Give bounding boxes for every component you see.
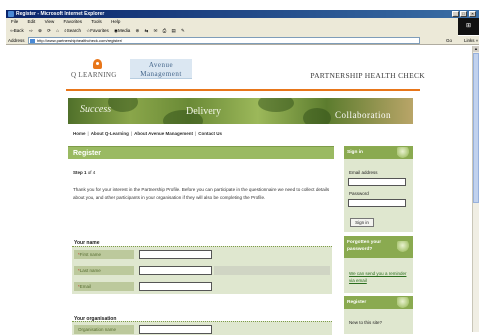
media-button[interactable]: ◉Media: [114, 28, 130, 33]
register-header: Register: [68, 146, 334, 159]
last-name-label: *Last name: [74, 266, 134, 275]
signin-password-field[interactable]: [348, 199, 406, 207]
menu-file[interactable]: File: [11, 19, 18, 24]
first-name-field[interactable]: [139, 250, 212, 259]
discuss-button[interactable]: ▤: [172, 28, 176, 33]
forgot-password-header: Forgotten your password?: [344, 236, 413, 258]
url-text: http://www.partnershiphealthcheck.com/re…: [37, 38, 123, 43]
maximize-button[interactable]: □: [460, 11, 467, 17]
menu-bar: File Edit View Favorites Tools Help: [6, 18, 479, 26]
url-input[interactable]: http://www.partnershiphealthcheck.com/re…: [28, 37, 420, 44]
page-icon: [30, 39, 35, 43]
menu-edit[interactable]: Edit: [28, 19, 36, 24]
banner-word-success: Success: [80, 104, 112, 115]
leaf-icon: [397, 147, 411, 158]
window-title: Register - Microsoft Internet Explorer: [16, 11, 105, 17]
register-title: Register: [73, 150, 102, 157]
scroll-thumb[interactable]: [473, 53, 479, 203]
window-titlebar: Register - Microsoft Internet Explorer _…: [6, 10, 479, 18]
menu-favorites[interactable]: Favorites: [64, 19, 83, 24]
banner-word-collaboration: Collaboration: [335, 110, 391, 120]
nav-home[interactable]: Home: [73, 131, 86, 136]
top-nav: Home | About Q-Learning | About Avenue Manag…: [73, 131, 222, 136]
leaf-icon: [397, 297, 411, 308]
signin-panel: Email address Password Sign in: [344, 159, 413, 232]
form-row: Organisation name: [72, 322, 332, 336]
print-button[interactable]: ⎙: [163, 28, 167, 33]
signin-button[interactable]: Sign in: [350, 218, 374, 227]
step-suffix: of 4: [87, 170, 96, 175]
menu-tools[interactable]: Tools: [91, 19, 102, 24]
nav-about-avenue[interactable]: About Avenue Management: [134, 131, 193, 136]
header-divider: [66, 89, 420, 91]
address-bar: Address http://www.partnershiphealthchec…: [6, 36, 479, 45]
windows-logo-icon: ⊞: [458, 18, 479, 35]
step-label: Step 1: [73, 170, 87, 175]
step-indicator: Step 1 of 4: [73, 170, 95, 175]
signin-email-field[interactable]: [348, 178, 406, 186]
register-side-header: Register: [344, 296, 413, 309]
mail-button[interactable]: ✉: [154, 28, 158, 33]
nav-contact[interactable]: Contact Us: [198, 131, 222, 136]
search-button[interactable]: ⌕Search: [64, 28, 81, 33]
organisation-fieldset: Organisation name: [72, 321, 332, 335]
last-name-field[interactable]: [139, 266, 212, 275]
back-button[interactable]: ⇦Back: [10, 28, 24, 33]
email-field[interactable]: [139, 282, 212, 291]
vertical-scrollbar[interactable]: ▲: [472, 46, 479, 332]
intro-text: Thank you for your interest in the Partn…: [73, 187, 330, 200]
signin-title: Sign in: [347, 150, 363, 155]
scroll-up-icon[interactable]: ▲: [473, 46, 479, 52]
nav-about-q-learning[interactable]: About Q-Learning: [91, 131, 129, 136]
password-reminder-link[interactable]: We can send you a reminder via email: [349, 270, 409, 284]
name-fieldset: *First name *Last name *Email: [72, 246, 332, 294]
hero-banner: Success Delivery Collaboration: [68, 98, 413, 124]
favorites-button[interactable]: ☆Favorites: [86, 28, 109, 33]
register-side-panel: New to this site?: [344, 309, 413, 334]
go-button[interactable]: Go: [446, 37, 452, 44]
history-button[interactable]: ⊛: [135, 28, 139, 33]
form-row: *First name: [72, 247, 332, 261]
edit-button[interactable]: ✎: [181, 28, 185, 33]
forgot-password-title: Forgotten your password?: [347, 240, 382, 252]
forgot-password-panel: We can send you a reminder via email: [344, 258, 413, 293]
minimize-button[interactable]: _: [452, 11, 459, 17]
menu-view[interactable]: View: [45, 19, 55, 24]
signin-email-label: Email address: [349, 170, 378, 175]
forward-button[interactable]: ⇨: [29, 28, 33, 33]
signin-header: Sign in: [344, 146, 413, 159]
banner-word-delivery: Delivery: [186, 106, 221, 117]
avenue-logo-line1: Avenue: [148, 61, 174, 69]
field-shade: [214, 266, 330, 275]
organisation-name-label: Organisation name: [74, 325, 134, 334]
menu-help[interactable]: Help: [111, 19, 120, 24]
q-learning-logo-text[interactable]: Q LEARNING: [71, 71, 125, 79]
register-side-title: Register: [347, 300, 367, 305]
signin-password-label: Password: [349, 191, 369, 196]
close-button[interactable]: ×: [469, 11, 476, 17]
avenue-management-logo[interactable]: Avenue Management: [130, 59, 192, 79]
internet-explorer-icon: [8, 11, 14, 17]
form-row: *Last name: [72, 263, 332, 277]
sync-button[interactable]: ⇆: [145, 28, 149, 33]
links-button[interactable]: Links »: [464, 37, 478, 44]
first-name-label: *First name: [74, 250, 134, 259]
organisation-name-field[interactable]: [139, 325, 212, 334]
home-button[interactable]: ⌂: [56, 28, 59, 33]
address-label: Address: [8, 38, 25, 43]
form-row: *Email: [72, 279, 332, 293]
browser-toolbar: ⇦Back ⇨ ⊗ ⟳ ⌂ ⌕Search ☆Favorites ◉Media …: [6, 26, 458, 36]
avenue-logo-line2: Management: [140, 70, 182, 78]
site-title: PARTNERSHIP HEALTH CHECK: [310, 71, 425, 80]
email-label: *Email: [74, 282, 134, 291]
stop-button[interactable]: ⊗: [38, 28, 42, 33]
new-to-site-text: New to this site?: [349, 320, 383, 325]
refresh-button[interactable]: ⟳: [47, 28, 51, 33]
leaf-icon: [397, 241, 411, 252]
q-learning-logo-icon: [93, 59, 102, 69]
